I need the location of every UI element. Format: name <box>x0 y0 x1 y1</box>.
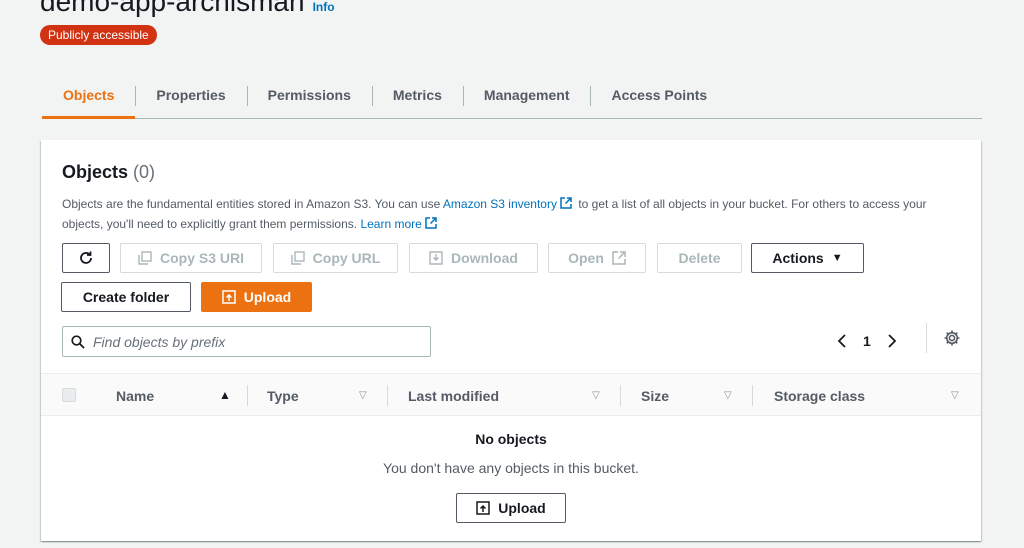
objects-heading-label: Objects <box>62 162 129 182</box>
copy-icon <box>138 251 152 265</box>
s3-inventory-link[interactable]: Amazon S3 inventory <box>443 197 557 211</box>
actions-dropdown[interactable]: Actions ▼ <box>751 243 864 273</box>
copy-s3-uri-label: Copy S3 URI <box>159 250 244 266</box>
copy-url-label: Copy URL <box>312 250 381 266</box>
column-header-size[interactable]: Size <box>641 374 669 417</box>
tab-objects[interactable]: Objects <box>42 72 136 119</box>
column-header-storage-class[interactable]: Storage class <box>774 374 865 417</box>
objects-description: Objects are the fundamental entities sto… <box>62 194 962 234</box>
tab-properties[interactable]: Properties <box>135 72 246 118</box>
open-label: Open <box>568 250 604 266</box>
refresh-icon <box>80 251 92 264</box>
external-link-icon <box>560 197 572 209</box>
sort-icon[interactable]: ▽ <box>724 390 732 401</box>
bucket-name-title: demo-app-archisman <box>40 0 305 17</box>
bucket-title-row: demo-app-archisman Info <box>40 0 335 18</box>
search-box <box>62 326 431 357</box>
current-page-number[interactable]: 1 <box>863 333 871 349</box>
empty-state-upload-button[interactable]: Upload <box>456 493 566 523</box>
objects-table-header: Name ▲ Type ▽ Last modified ▽ Size ▽ Sto… <box>41 373 981 416</box>
empty-state-title: No objects <box>475 431 547 447</box>
tab-metrics[interactable]: Metrics <box>371 72 463 118</box>
bucket-tabs: Objects Properties Permissions Metrics M… <box>42 72 982 119</box>
delete-label: Delete <box>678 250 721 266</box>
download-button[interactable]: Download <box>409 243 538 273</box>
objects-heading: Objects (0) <box>62 162 155 183</box>
create-folder-button[interactable]: Create folder <box>61 282 191 312</box>
sort-ascending-icon[interactable]: ▲ <box>219 388 231 402</box>
upload-label: Upload <box>243 289 292 305</box>
upload-button[interactable]: Upload <box>201 282 312 312</box>
actions-label: Actions <box>772 250 824 266</box>
description-text-1: Objects are the fundamental entities sto… <box>62 197 443 211</box>
copy-icon <box>290 251 305 265</box>
column-divider <box>752 385 753 406</box>
column-divider <box>387 385 388 406</box>
refresh-button[interactable] <box>62 243 110 273</box>
settings-gear-icon[interactable] <box>943 329 961 347</box>
public-access-badge: Publicly accessible <box>40 25 157 45</box>
pager-divider <box>926 323 927 353</box>
delete-button[interactable]: Delete <box>657 243 742 273</box>
search-icon <box>71 334 85 349</box>
objects-panel: Objects (0) Objects are the fundamental … <box>41 140 981 541</box>
upload-icon <box>222 290 236 304</box>
create-folder-label: Create folder <box>82 289 170 305</box>
column-divider <box>247 385 248 406</box>
column-header-name[interactable]: Name <box>116 374 154 417</box>
upload-icon <box>476 501 491 515</box>
sort-icon[interactable]: ▽ <box>951 390 959 401</box>
chevron-right-icon[interactable] <box>887 333 897 349</box>
select-all-checkbox[interactable] <box>62 388 76 402</box>
external-link-icon <box>612 251 626 265</box>
sort-icon[interactable]: ▽ <box>592 390 600 401</box>
copy-url-button[interactable]: Copy URL <box>273 243 398 273</box>
column-header-last-modified[interactable]: Last modified <box>408 374 499 417</box>
s3-bucket-page: demo-app-archisman Info Publicly accessi… <box>0 0 1024 548</box>
tab-permissions[interactable]: Permissions <box>246 72 372 118</box>
empty-state-upload-label: Upload <box>498 500 546 516</box>
open-button[interactable]: Open <box>548 243 646 273</box>
column-header-type[interactable]: Type <box>267 374 299 417</box>
download-icon <box>429 251 443 265</box>
sort-icon[interactable]: ▽ <box>359 390 367 401</box>
pagination: 1 <box>837 328 897 354</box>
search-input[interactable] <box>93 333 413 350</box>
download-label: Download <box>451 250 518 266</box>
tab-management[interactable]: Management <box>462 72 591 118</box>
empty-state-message: You don't have any objects in this bucke… <box>383 460 639 476</box>
column-divider <box>620 385 621 406</box>
objects-count: (0) <box>133 162 156 182</box>
tab-access-points[interactable]: Access Points <box>590 72 728 118</box>
external-link-icon <box>425 217 437 229</box>
caret-down-icon: ▼ <box>831 252 843 264</box>
chevron-left-icon[interactable] <box>837 333 847 349</box>
info-link[interactable]: Info <box>313 0 335 14</box>
learn-more-link[interactable]: Learn more <box>360 217 421 231</box>
copy-s3-uri-button[interactable]: Copy S3 URI <box>120 243 262 273</box>
